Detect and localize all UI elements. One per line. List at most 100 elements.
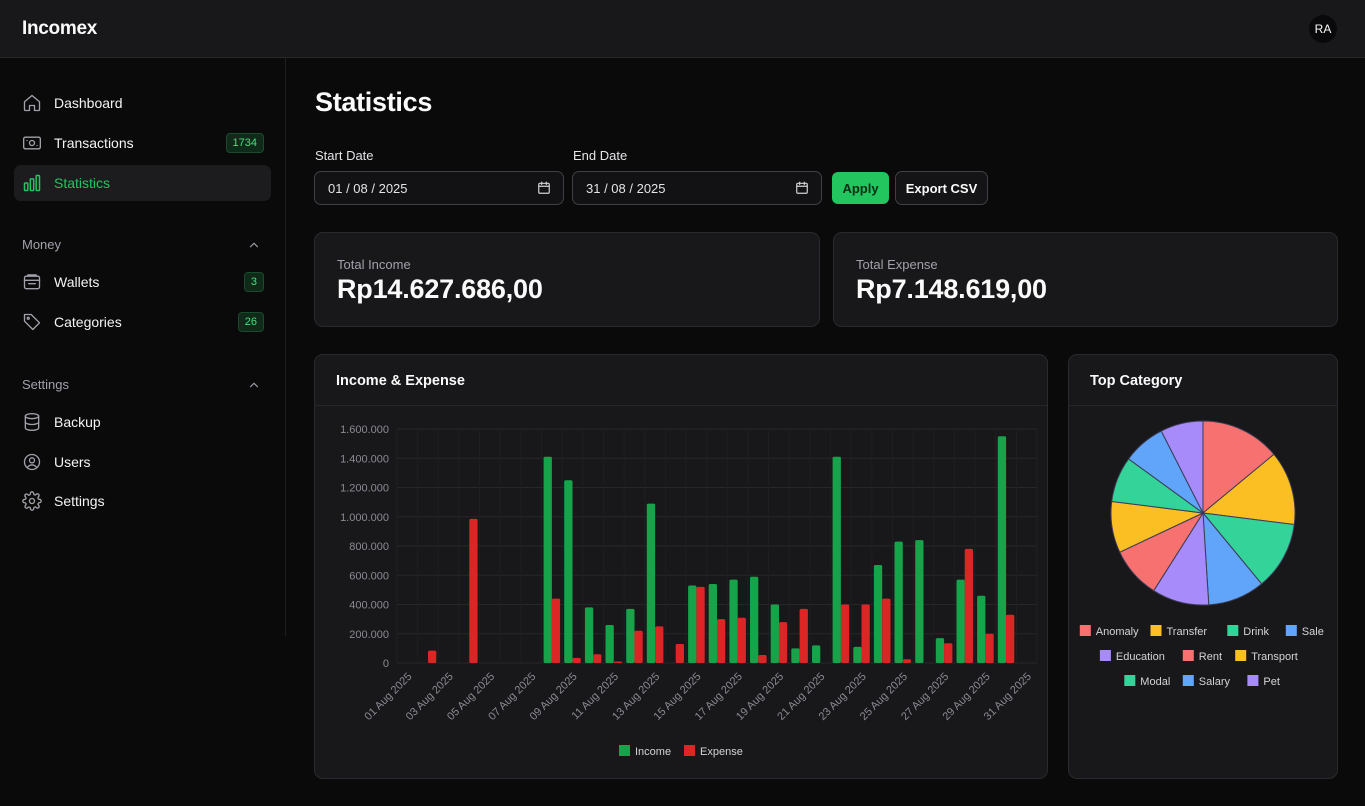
legend-swatch (1182, 650, 1194, 661)
end-date-label: End Date (573, 148, 628, 163)
bar-expense (964, 548, 973, 663)
settings-section-title: Settings (22, 377, 69, 392)
sidebar-item-dashboard[interactable]: Dashboard (14, 85, 271, 121)
bar-expense (655, 626, 664, 663)
bar-income (812, 645, 821, 663)
legend-label: Rent (1199, 651, 1222, 663)
total-expense-card: Total Expense Rp7.148.619,00 (833, 232, 1338, 327)
bar-income (729, 579, 738, 663)
sidebar-item-label: Statistics (54, 175, 111, 191)
categories-count-badge: 26 (237, 312, 264, 332)
calendar-icon[interactable] (537, 181, 551, 195)
bar-expense (572, 657, 581, 663)
sidebar-item-settings[interactable]: Settings (14, 483, 271, 519)
y-tick-label: 600.000 (349, 570, 389, 582)
user-circle-icon (22, 452, 42, 472)
bar-income (791, 648, 800, 663)
y-tick-label: 1.400.000 (340, 453, 389, 465)
user-avatar[interactable]: RA (1309, 15, 1337, 43)
bar-income (750, 576, 759, 663)
y-tick-label: 1.600.000 (340, 424, 389, 436)
sidebar-item-label: Backup (54, 414, 101, 430)
legend-label: Anomaly (1096, 626, 1139, 638)
total-income-label: Total Income (337, 257, 411, 272)
bar-income (605, 625, 614, 663)
legend-label: Pet (1263, 676, 1280, 688)
bar-income (894, 541, 903, 663)
y-tick-label: 0 (383, 658, 389, 670)
bar-income (688, 585, 697, 663)
chevron-up-icon[interactable] (247, 238, 261, 252)
bar-expense (758, 655, 767, 663)
income-expense-title: Income & Expense (336, 373, 465, 389)
tag-icon (22, 312, 42, 332)
income-expense-chart: 0 200.000 400.000 600.000 800.000 1.000.000 1.… (340, 424, 1038, 758)
card-header: Income & Expense (315, 355, 1047, 406)
legend-label: Modal (1140, 676, 1170, 688)
sidebar-item-users[interactable]: Users (14, 444, 271, 480)
money-section-title: Money (22, 237, 62, 252)
sidebar-item-backup[interactable]: Backup (14, 404, 271, 440)
legend-label: Expense (700, 746, 743, 758)
bar-income (770, 604, 779, 663)
end-date-value: 31 / 08 / 2025 (586, 180, 666, 196)
bar-expense (696, 586, 705, 663)
database-icon (22, 412, 42, 432)
legend-swatch (1150, 625, 1162, 636)
bar-income (997, 436, 1007, 663)
bar-income (853, 646, 862, 663)
bar-income (584, 607, 594, 663)
y-tick-label: 400.000 (349, 600, 389, 612)
legend-label: Transfer (1167, 626, 1208, 638)
legend-swatch (1235, 650, 1247, 661)
legend-swatch (1247, 675, 1259, 686)
sidebar-item-wallets[interactable]: Wallets 3 (14, 264, 271, 300)
sidebar-item-statistics[interactable]: Statistics (14, 165, 271, 201)
bar-income (873, 565, 883, 663)
bar-expense (634, 630, 643, 663)
app-brand[interactable]: Incomex (22, 18, 97, 40)
top-category-title: Top Category (1090, 373, 1183, 389)
legend-label: Salary (1199, 676, 1231, 688)
sidebar-item-categories[interactable]: Categories 26 (14, 304, 271, 340)
bar-income (543, 456, 552, 663)
bar-expense (902, 659, 912, 663)
legend-label: Sale (1302, 626, 1324, 638)
bar-income (956, 579, 965, 663)
income-expense-card: Income & Expense 0 200.000 400.000 600.000 8… (314, 354, 1048, 779)
legend-swatch (1124, 675, 1136, 686)
sidebar-item-label: Users (54, 454, 91, 470)
sidebar-item-transactions[interactable]: Transactions 1734 (14, 125, 271, 161)
bar-income (626, 608, 635, 663)
page-title: Statistics (315, 87, 433, 117)
banknote-icon (22, 133, 42, 153)
sidebar-item-label: Settings (54, 493, 105, 509)
bar-expense (593, 654, 602, 663)
calendar-icon[interactable] (795, 181, 809, 195)
gear-icon (22, 491, 42, 511)
legend-label: Education (1116, 651, 1165, 663)
sidebar-item-label: Categories (54, 314, 122, 330)
start-date-input[interactable]: 01 / 08 / 2025 (314, 171, 564, 205)
top-category-card: Top Category Anomaly Transfer Drink Sale Edu… (1068, 354, 1338, 779)
bar-expense (882, 598, 891, 663)
top-bar: Incomex RA (0, 0, 1365, 58)
legend-swatch (1227, 625, 1239, 636)
total-expense-value: Rp7.148.619,00 (856, 274, 1047, 304)
bar-expense (551, 598, 561, 663)
bar-expense (840, 604, 850, 663)
chevron-up-icon[interactable] (247, 378, 261, 392)
start-date-value: 01 / 08 / 2025 (328, 180, 408, 196)
bar-chart-icon (22, 173, 42, 193)
bar-income (708, 584, 717, 663)
legend-label: Transport (1251, 651, 1298, 663)
y-tick-label: 1.000.000 (340, 512, 389, 524)
bar-expense (675, 644, 684, 663)
bar-income (564, 480, 573, 663)
end-date-input[interactable]: 31 / 08 / 2025 (572, 171, 822, 205)
bar-expense (944, 643, 953, 663)
export-csv-button[interactable]: Export CSV (895, 171, 988, 205)
top-category-chart: Anomaly Transfer Drink Sale Education Rent Tra… (1079, 420, 1324, 688)
bar-expense (737, 617, 746, 663)
apply-button[interactable]: Apply (832, 172, 889, 204)
